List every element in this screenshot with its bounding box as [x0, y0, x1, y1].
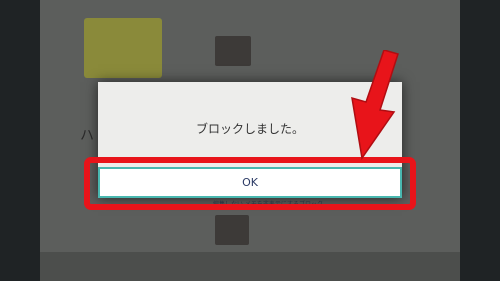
screen: ハ 編集しない メモを非表示にするブロック ブロックしました。 OK [0, 0, 500, 281]
background-thumbnail [84, 18, 162, 78]
background-bottom-bar [40, 252, 460, 281]
red-arrow-icon [351, 50, 399, 160]
right-sidebar-strip [460, 0, 500, 281]
left-sidebar-strip [0, 0, 40, 281]
background-heading-fragment: ハ [80, 128, 94, 144]
background-avatar [215, 36, 251, 66]
red-highlight-frame [84, 157, 416, 210]
background-avatar [215, 215, 249, 245]
